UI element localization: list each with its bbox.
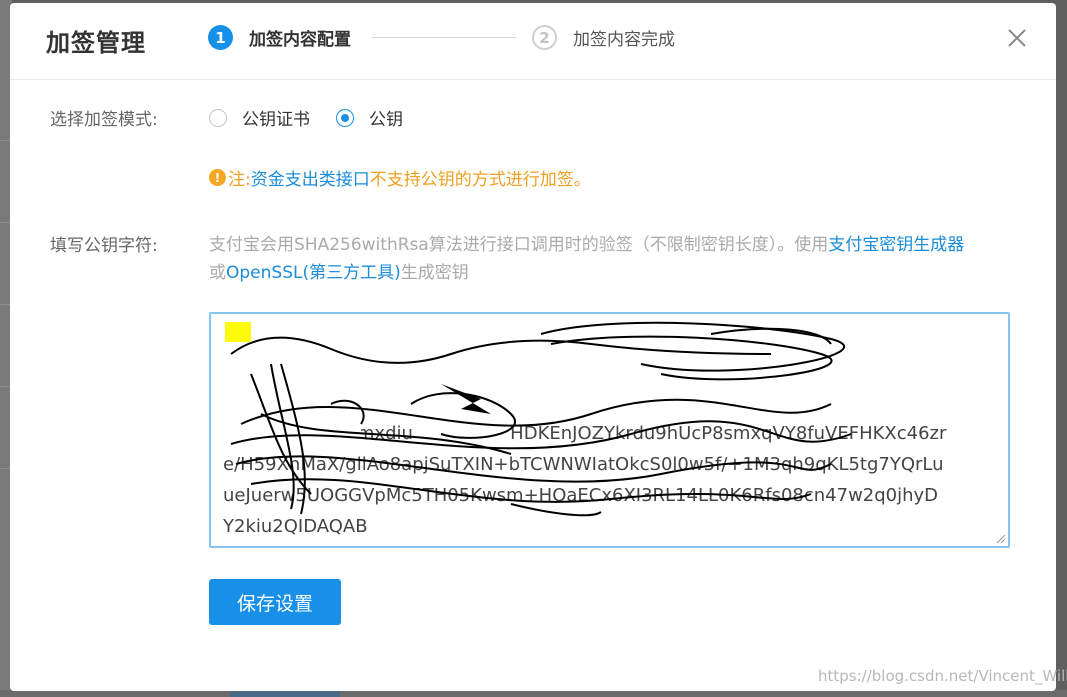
step-1: 1 加签内容配置	[208, 25, 351, 50]
desc-text: 支付宝会用SHA256withRsa算法进行接口调用时的验签（不限制密钥长度）。…	[209, 235, 829, 255]
dialog-header: 加签管理 1 加签内容配置 2 加签内容完成	[10, 3, 1056, 80]
step-connector	[372, 37, 516, 38]
step-1-number: 1	[208, 25, 233, 50]
notice-suffix: 不支持公钥的方式进行加签。	[369, 170, 591, 190]
radio-button-checked[interactable]	[336, 108, 354, 127]
dialog-title: 加签管理	[46, 29, 146, 57]
step-2: 2 加签内容完成	[532, 25, 675, 50]
radio-public-key-certificate[interactable]: 公钥证书	[209, 105, 310, 130]
resize-grip-icon[interactable]	[996, 534, 1006, 544]
warning-icon: !	[209, 169, 226, 186]
public-key-textarea[interactable]: Sev7rdVVvUaD P7Xw1tjc gKOOEnJDbAAu0apeQo…	[209, 312, 1010, 548]
radio-label: 公钥	[369, 110, 403, 130]
step-2-number: 2	[532, 25, 557, 50]
backdrop-bottom	[0, 690, 1067, 697]
notice: ! 注: 资金支出类接口 不支持公钥的方式进行加签。	[209, 165, 591, 190]
watermark: https://blog.csdn.net/Vincent_Wilk	[818, 667, 1067, 685]
step-2-label: 加签内容完成	[573, 30, 675, 50]
public-key-label: 填写公钥字符:	[50, 236, 158, 256]
signing-management-dialog: 加签管理 1 加签内容配置 2 加签内容完成 选择加签模式: 公钥证书 公钥 !	[10, 3, 1056, 691]
save-settings-button[interactable]: 保存设置	[209, 579, 341, 625]
radio-label: 公钥证书	[242, 110, 310, 130]
redaction-scribble	[211, 319, 852, 517]
public-key-description: 支付宝会用SHA256withRsa算法进行接口调用时的验签（不限制密钥长度）。…	[209, 231, 1019, 287]
key-generator-link[interactable]: 支付宝密钥生成器	[828, 235, 964, 255]
radio-public-key[interactable]: 公钥	[336, 105, 403, 130]
openssl-link[interactable]: OpenSSL(第三方工具)	[226, 263, 401, 283]
step-1-label: 加签内容配置	[249, 30, 351, 50]
close-icon[interactable]	[1006, 27, 1028, 49]
desc-text: 或	[209, 263, 226, 283]
notice-link[interactable]: 资金支出类接口	[251, 165, 370, 190]
notice-prefix: 注:	[228, 170, 251, 190]
mode-radio-group: 公钥证书 公钥	[209, 105, 429, 130]
radio-button[interactable]	[209, 108, 227, 127]
mode-label: 选择加签模式:	[50, 110, 158, 130]
desc-text: 生成密钥	[400, 263, 469, 283]
